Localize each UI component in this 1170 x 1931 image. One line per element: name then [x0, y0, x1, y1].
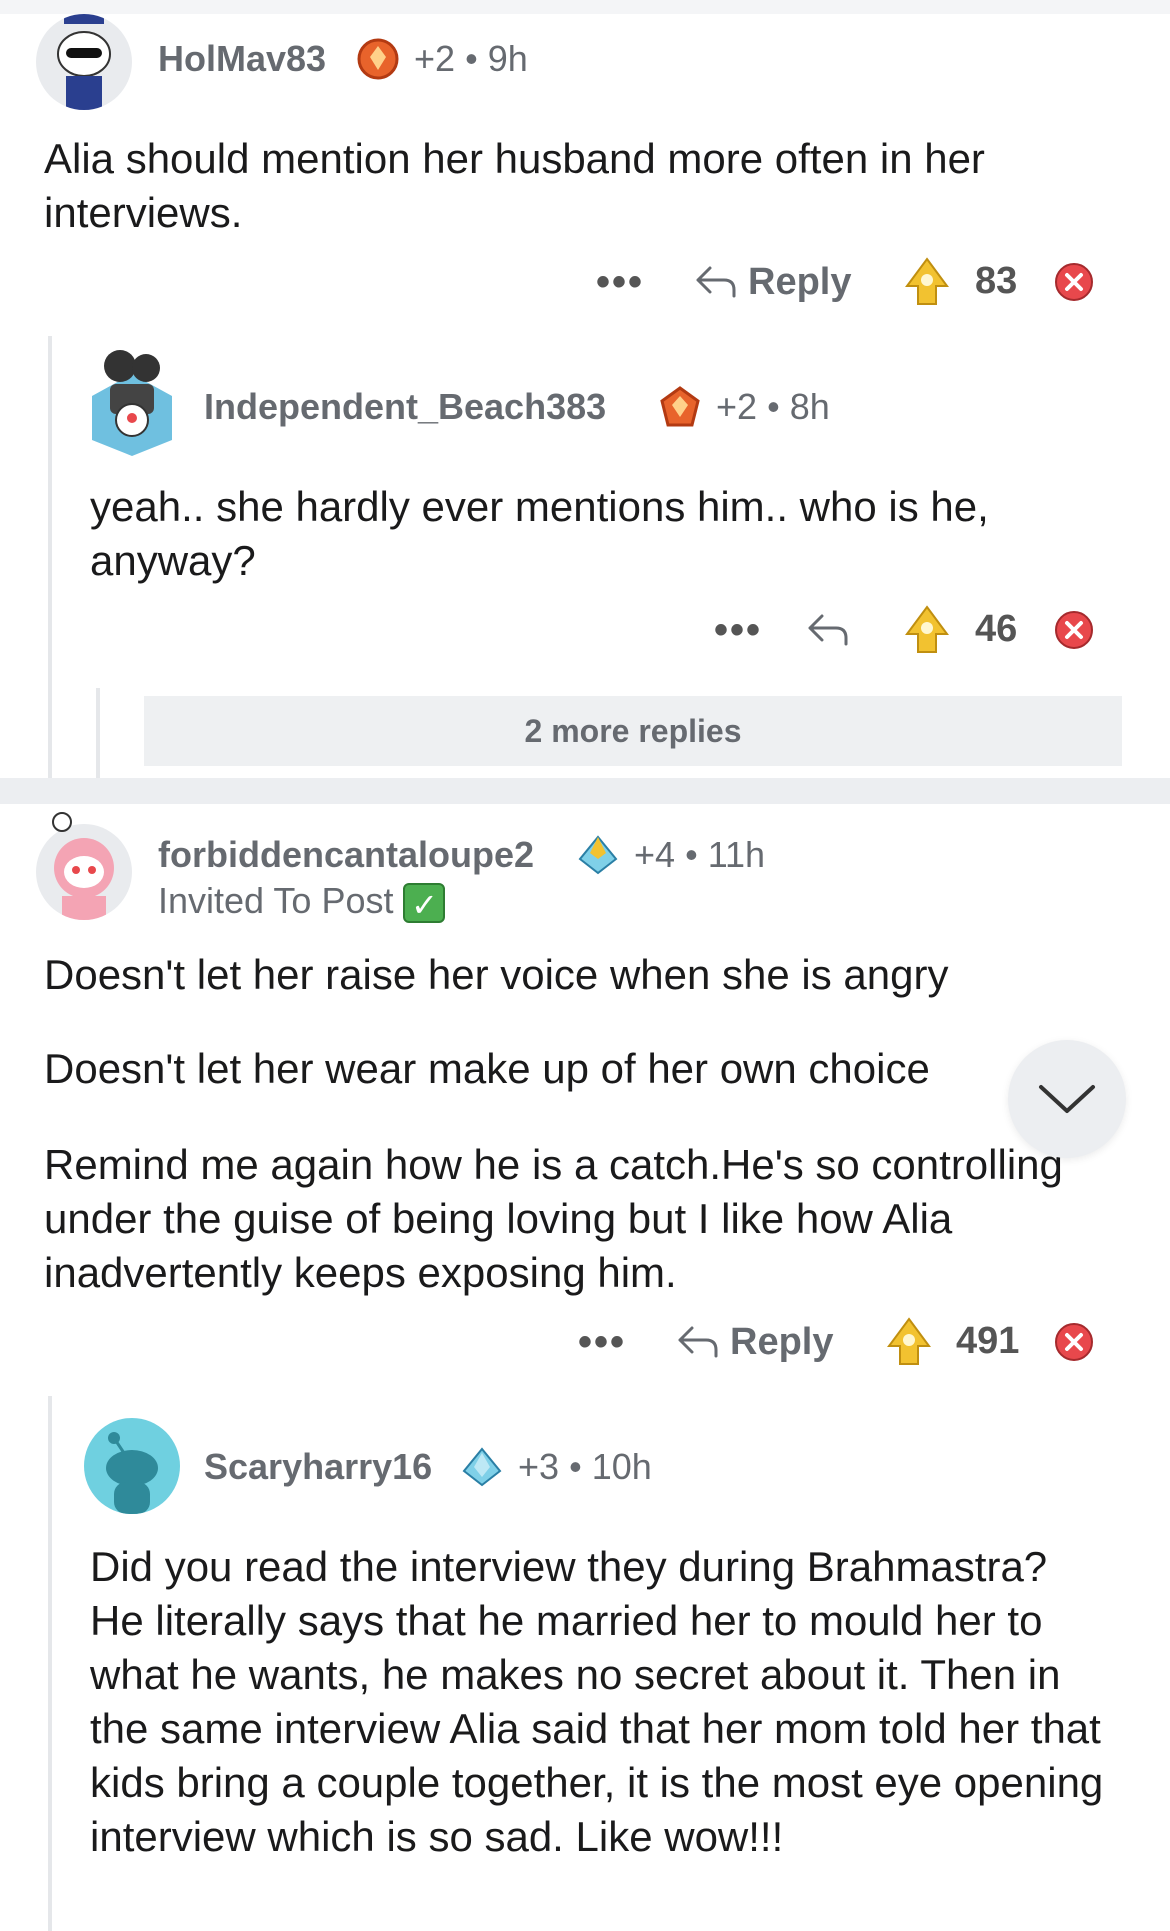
comment-age: 8h	[789, 386, 830, 427]
comment-age: 11h	[707, 834, 766, 875]
comment-age: 9h	[487, 38, 528, 79]
collapse-button[interactable]	[1008, 1040, 1126, 1158]
thread-line[interactable]	[48, 1396, 52, 1931]
comment-body: yeah.. she hardly ever mentions him.. wh…	[90, 483, 989, 584]
chevron-down-icon	[1039, 1085, 1095, 1113]
more-options-icon[interactable]: •••	[714, 608, 762, 653]
top-separator	[0, 0, 1170, 14]
comment-meta: +4 • 11h	[634, 834, 765, 876]
karma-count: +4	[634, 834, 676, 875]
vote-count: 83	[975, 260, 1018, 302]
karma-count: +3	[518, 1446, 560, 1487]
karma-count: +2	[414, 38, 456, 79]
comment-actions: •••	[578, 1314, 626, 1370]
award-badge-icon	[576, 833, 620, 877]
vote-count: 46	[975, 608, 1018, 650]
user-avatar[interactable]	[88, 344, 176, 456]
flair-text: Invited To Post	[158, 880, 394, 921]
comment-meta: +2 • 9h	[414, 38, 528, 80]
more-options-icon[interactable]: •••	[596, 260, 644, 305]
comment-actions: •••	[714, 602, 762, 658]
downvote-icon[interactable]	[1053, 608, 1095, 652]
comment-username[interactable]: Independent_Beach383	[204, 386, 606, 428]
user-flair: Invited To Post ✓	[158, 880, 446, 924]
more-options-icon[interactable]: •••	[578, 1320, 626, 1365]
comment-separator	[0, 778, 1170, 804]
comment-body: Did you read the interview they during B…	[90, 1543, 1104, 1860]
reply-button[interactable]: Reply	[676, 1314, 833, 1370]
avatar-accessory-icon	[36, 810, 76, 840]
reply-label: Reply	[730, 1320, 834, 1363]
reply-button[interactable]: Reply	[694, 254, 851, 310]
comment-body-paragraph: Remind me again how he is a catch.He's s…	[44, 1141, 1063, 1296]
comment-body-paragraph: Doesn't let her raise her voice when she…	[44, 951, 949, 998]
reply-button[interactable]	[806, 602, 860, 658]
check-mark-icon: ✓	[403, 883, 446, 924]
meta-separator: •	[569, 1446, 582, 1487]
upvote-icon[interactable]	[904, 604, 950, 656]
comment-body: Alia should mention her husband more oft…	[44, 135, 985, 236]
thread-line[interactable]	[48, 336, 52, 778]
more-replies-button[interactable]: 2 more replies	[144, 696, 1122, 766]
comment-username[interactable]: HolMav83	[158, 38, 326, 80]
meta-separator: •	[685, 834, 698, 875]
reply-label: Reply	[748, 260, 852, 303]
vote-count: 491	[956, 1320, 1020, 1362]
comment-body-paragraph: Doesn't let her wear make up of her own …	[44, 1045, 930, 1092]
user-avatar[interactable]	[84, 1418, 180, 1514]
reply-arrow-icon	[696, 266, 736, 298]
award-badge-icon	[356, 37, 400, 81]
comment-meta: +2 • 8h	[716, 386, 830, 428]
meta-separator: •	[465, 38, 478, 79]
comment-username[interactable]: Scaryharry16	[204, 1446, 432, 1488]
reply-arrow-icon	[678, 1326, 718, 1358]
reply-arrow-icon	[808, 614, 848, 646]
karma-count: +2	[716, 386, 758, 427]
award-badge-icon	[460, 1445, 504, 1489]
downvote-icon[interactable]	[1053, 1320, 1095, 1364]
downvote-icon[interactable]	[1053, 260, 1095, 304]
thread-line[interactable]	[96, 688, 100, 778]
award-badge-icon	[658, 385, 702, 429]
user-avatar[interactable]	[36, 14, 132, 110]
upvote-icon[interactable]	[904, 256, 950, 308]
upvote-icon[interactable]	[886, 1316, 932, 1368]
comment-meta: +3 • 10h	[518, 1446, 652, 1488]
comment-username[interactable]: forbiddencantaloupe2	[158, 834, 534, 876]
comment-actions: •••	[596, 254, 644, 310]
meta-separator: •	[767, 386, 780, 427]
comment-age: 10h	[591, 1446, 652, 1487]
